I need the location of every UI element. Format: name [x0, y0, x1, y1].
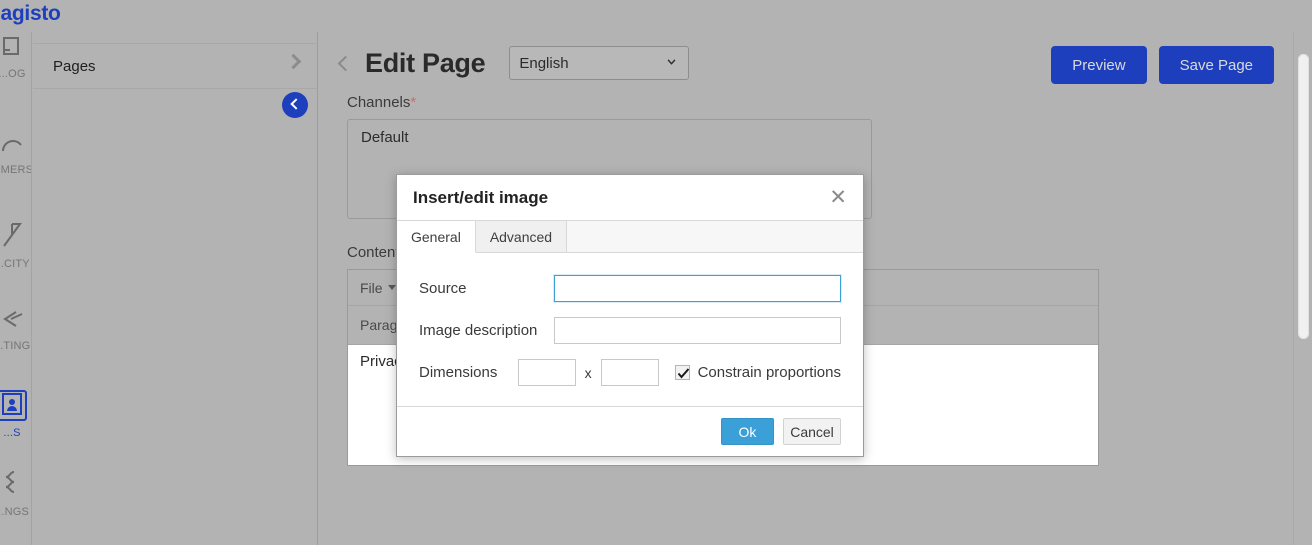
- dialog-header: Insert/edit image ✕: [397, 175, 863, 221]
- dimensions-label: Dimensions: [419, 364, 498, 381]
- back-chevron-icon[interactable]: [337, 55, 354, 71]
- locale-select[interactable]: English: [509, 46, 690, 80]
- customers-icon: [0, 132, 24, 158]
- caret-down-icon: [387, 285, 396, 290]
- dialog-tabs: General Advanced: [397, 221, 863, 253]
- top-bar: bagisto Locale English Example Administr…: [0, 0, 1312, 32]
- save-page-button[interactable]: Save Page: [1158, 46, 1274, 84]
- sidebar-item-pages[interactable]: Pages: [33, 44, 317, 89]
- chevron-right-icon: [285, 53, 302, 70]
- sidebar-item-cms-label: ...S: [3, 427, 21, 439]
- marketing-icon: [0, 310, 24, 334]
- settings-icon: [0, 470, 24, 500]
- page-scrollbar-thumb[interactable]: [1298, 54, 1309, 339]
- sidebar-item-pages-label: Pages: [53, 57, 96, 75]
- sidebar-item-customers-label: ...MERS: [0, 164, 32, 176]
- ok-button[interactable]: Ok: [721, 418, 774, 445]
- constrain-proportions-label: Constrain proportions: [697, 364, 841, 381]
- dimensions-separator: x: [584, 364, 592, 381]
- sidebar-item-catalog[interactable]: ...OG: [0, 36, 31, 80]
- sidebar-item-catalog-label: ...OG: [0, 68, 26, 80]
- admin-page-editor-screen: bagisto Locale English Example Administr…: [0, 0, 1312, 545]
- source-label: Source: [419, 280, 467, 297]
- checkmark-icon: [677, 368, 689, 379]
- image-description-field-row: Image description: [419, 317, 841, 344]
- dimensions-field-row: Dimensions x Constrain proportions: [419, 359, 841, 386]
- constrain-proportions-checkbox[interactable]: [674, 365, 690, 380]
- editor-menu-file-label: File: [360, 279, 383, 296]
- page-header-actions: Preview Save Page: [1051, 46, 1274, 84]
- sidebar-item-marketing[interactable]: ...TING: [0, 310, 31, 352]
- page-title: Edit Page: [365, 47, 486, 78]
- dialog-footer: Ok Cancel: [397, 406, 863, 456]
- dimensions-width-input[interactable]: [517, 359, 576, 386]
- cancel-button[interactable]: Cancel: [783, 418, 841, 445]
- sidebar-item-velocity-label: ...CITY: [0, 258, 30, 270]
- image-description-input[interactable]: [554, 317, 841, 344]
- sidebar-item-cms[interactable]: ...S: [0, 390, 31, 439]
- secondary-nav-panel: Pages: [33, 32, 318, 545]
- sidebar-icon-rail: ...OG ...MERS ...CITY ...TING ...S: [0, 32, 32, 545]
- constrain-proportions-control[interactable]: Constrain proportions: [674, 364, 841, 381]
- sidebar-item-velocity[interactable]: ...CITY: [0, 222, 31, 270]
- editor-menu-file[interactable]: File: [360, 280, 396, 296]
- page-scrollbar-track[interactable]: [1293, 32, 1312, 545]
- source-field-row: Source: [419, 275, 841, 302]
- page-header: Edit Page English Preview Save Page: [319, 32, 1293, 94]
- sidebar-item-customers[interactable]: ...MERS: [0, 132, 32, 176]
- chevron-left-icon: [290, 98, 302, 110]
- dimensions-height-input[interactable]: [600, 359, 659, 386]
- sidebar-item-settings[interactable]: ...NGS: [0, 470, 31, 518]
- panel-top-divider: [33, 32, 317, 44]
- sidebar-item-marketing-label: ...TING: [0, 340, 31, 352]
- tab-advanced[interactable]: Advanced: [475, 221, 568, 252]
- velocity-icon: [0, 222, 24, 252]
- sidebar-item-settings-label: ...NGS: [0, 506, 30, 518]
- locale-select-wrapper: English: [509, 46, 690, 80]
- tab-general[interactable]: General: [397, 221, 476, 253]
- channels-label: Channels*: [347, 94, 1293, 111]
- catalog-icon: [0, 36, 24, 62]
- dialog-body: Source Image description Dimensions x Co…: [397, 253, 863, 406]
- source-input[interactable]: [554, 275, 841, 302]
- collapse-panel-button[interactable]: [282, 92, 308, 118]
- required-marker: *: [410, 94, 417, 111]
- bagisto-logo[interactable]: bagisto: [0, 2, 61, 26]
- channel-option-default[interactable]: Default: [361, 129, 858, 146]
- channels-label-text: Channels: [347, 94, 411, 111]
- dialog-title: Insert/edit image: [413, 187, 549, 207]
- image-description-label: Image description: [419, 322, 538, 339]
- cms-icon: [0, 390, 27, 421]
- close-icon[interactable]: ✕: [829, 187, 847, 208]
- insert-edit-image-dialog: Insert/edit image ✕ General Advanced Sou…: [396, 174, 864, 457]
- preview-button[interactable]: Preview: [1051, 46, 1147, 84]
